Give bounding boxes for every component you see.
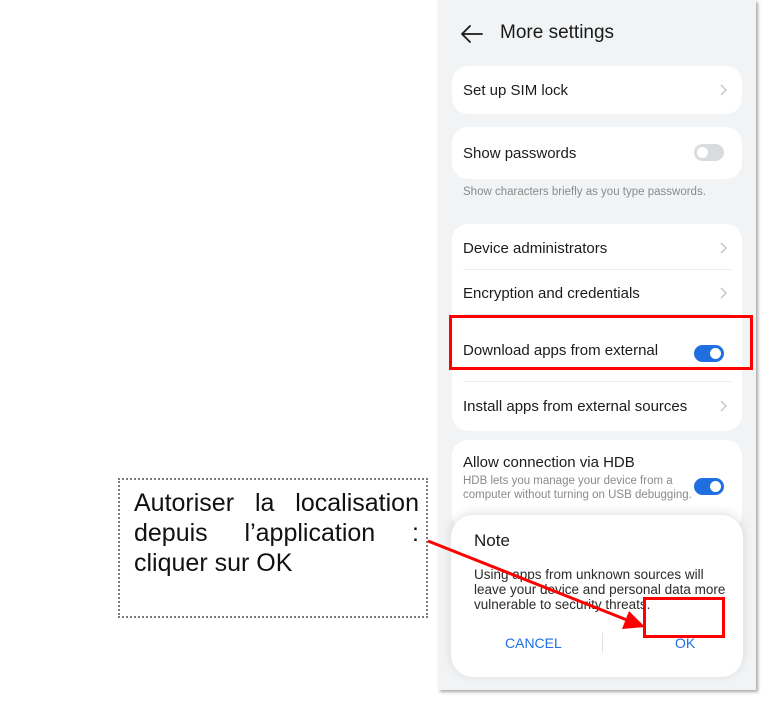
row-label: Show passwords — [463, 145, 577, 162]
card-sim-lock: Set up SIM lock — [452, 66, 742, 114]
row-description: HDB lets you manage your device from a c… — [463, 475, 692, 501]
annotation-callout: Autoriser la localisation depuis l’appli… — [118, 478, 428, 618]
annotation-text: Autoriser la localisation depuis l’appli… — [134, 489, 419, 577]
header: More settings — [438, 0, 756, 66]
highlight-download-external — [449, 315, 753, 370]
dialog-button-separator — [602, 633, 603, 653]
row-label: Device administrators — [463, 240, 608, 257]
dialog-title: Note — [474, 531, 510, 550]
card-show-passwords: Show passwords — [452, 127, 742, 179]
arrow-left-icon[interactable] — [460, 24, 484, 44]
chevron-right-icon — [720, 400, 728, 412]
row-encryption-credentials[interactable]: Encryption and credentials — [452, 270, 742, 314]
chevron-right-icon — [720, 84, 728, 96]
chevron-right-icon — [720, 287, 728, 299]
chevron-right-icon — [720, 242, 728, 254]
security-note-dialog: Note Using apps from unknown sources wil… — [451, 515, 743, 677]
row-label: Allow connection via HDB — [463, 454, 635, 471]
row-label: Install apps from external sources — [463, 398, 688, 415]
row-device-administrators[interactable]: Device administrators — [452, 224, 742, 269]
row-show-passwords[interactable]: Show passwords — [452, 127, 742, 179]
row-sim-lock[interactable]: Set up SIM lock — [452, 66, 742, 114]
row-label: Encryption and credentials — [463, 285, 640, 302]
helper-text: Show characters briefly as you type pass… — [463, 186, 706, 198]
row-label: Set up SIM lock — [463, 82, 569, 99]
highlight-ok-button — [643, 597, 725, 638]
cancel-button[interactable]: CANCEL — [505, 635, 562, 651]
hdb-toggle[interactable] — [694, 478, 724, 495]
row-install-external[interactable]: Install apps from external sources — [452, 382, 742, 430]
page-title: More settings — [500, 22, 615, 43]
show-passwords-toggle[interactable] — [694, 144, 724, 161]
